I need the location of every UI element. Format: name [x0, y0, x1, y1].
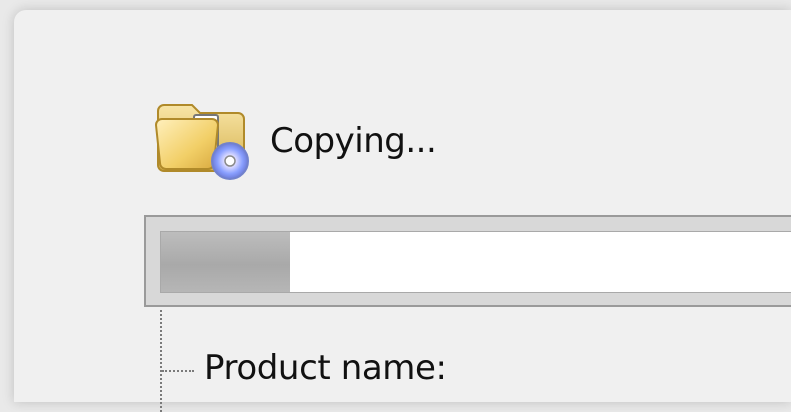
- progress-fill: [161, 232, 290, 292]
- progress-frame: [144, 215, 791, 307]
- status-text: Copying...: [270, 121, 437, 161]
- status-header: Copying...: [154, 80, 437, 190]
- tree-connector-vertical: [160, 310, 162, 412]
- tree-connector-horizontal: [162, 370, 194, 372]
- product-name-label: Product name:: [204, 348, 447, 388]
- folder-with-disc-icon: [154, 83, 258, 187]
- copy-dialog: Copying... Product name:: [14, 10, 791, 412]
- progress-bar: [160, 231, 791, 293]
